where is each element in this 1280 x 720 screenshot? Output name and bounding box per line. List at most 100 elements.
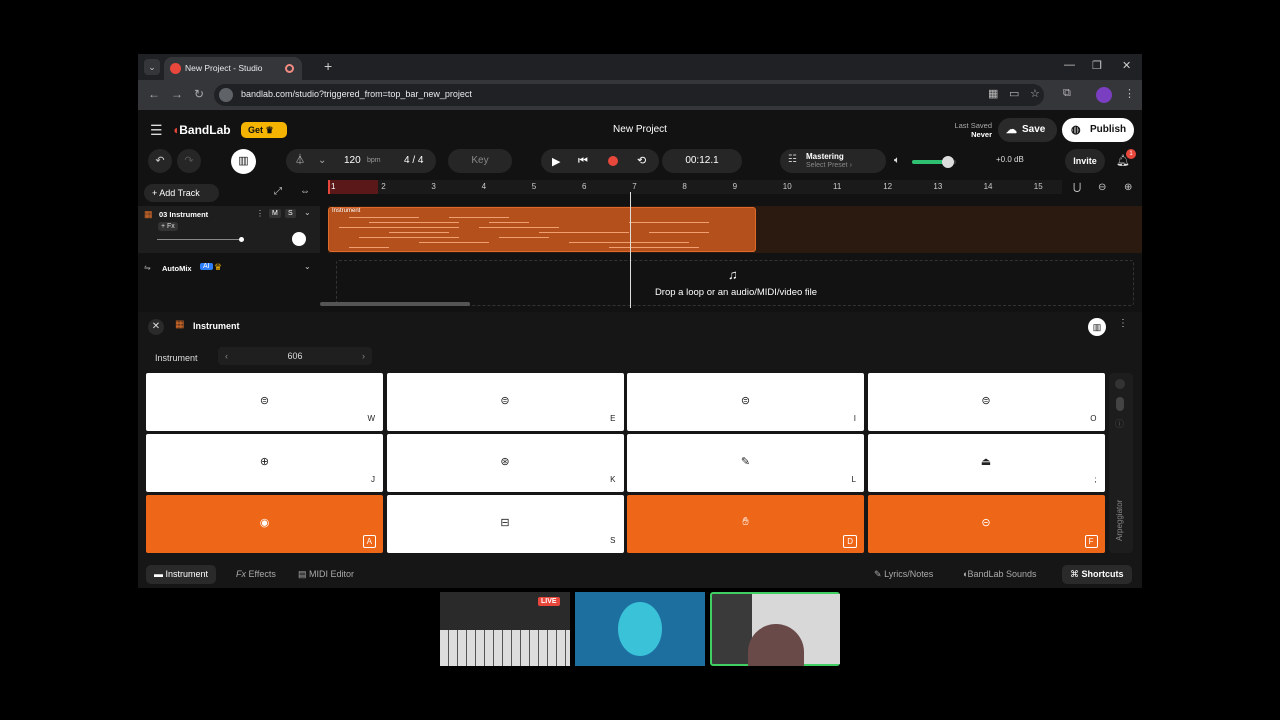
metronome-dropdown-icon[interactable]: ⌄ (318, 149, 326, 173)
keyboard-icon[interactable]: ▥ (231, 149, 256, 174)
ruler-mark: 6 (582, 182, 587, 191)
invite-button[interactable]: Invite (1065, 149, 1105, 173)
reload-icon[interactable]: ↻ (194, 87, 204, 101)
pan-knob[interactable] (292, 232, 306, 246)
app-grid-icon[interactable]: ▦ (988, 87, 998, 100)
track-more-icon[interactable]: ⋮ (256, 209, 264, 218)
arpeggiator-strip[interactable]: ⓘ Arpeggiator (1109, 373, 1133, 553)
redo-icon[interactable]: ↷ (177, 149, 201, 173)
shaker-icon: ✎ (740, 456, 751, 468)
cast-icon[interactable]: ▭ (1009, 87, 1019, 100)
bpm-value[interactable]: 120 (344, 149, 361, 173)
drum-pad[interactable]: ⊕ J (146, 434, 383, 492)
profile-avatar[interactable] (1096, 87, 1112, 103)
track-expand-icon[interactable]: ⌄ (304, 208, 311, 217)
tab-effects[interactable]: Fx Effects (228, 565, 284, 584)
tuner-icon[interactable]: ⤢ (274, 186, 282, 197)
tab-midi-editor[interactable]: ▤ MIDI Editor (290, 565, 362, 584)
lyrics-label: Lyrics/Notes (884, 569, 934, 579)
browser-menu-icon[interactable]: ⋮ (1124, 87, 1135, 100)
browser-tab[interactable]: New Project - Studio (164, 57, 302, 80)
save-button[interactable]: ☁ Save (998, 118, 1057, 142)
master-volume-slider[interactable] (912, 156, 956, 168)
bandlab-sounds-button[interactable]: ◖BandLab Sounds (954, 565, 1045, 584)
timeline-ruler[interactable]: 1 2 3 4 5 6 7 8 9 10 11 12 13 14 15 (328, 180, 1062, 194)
extensions-icon[interactable]: ⧉ (1063, 87, 1071, 100)
play-icon[interactable]: ▶ (552, 155, 560, 168)
address-bar[interactable]: bandlab.com/studio?triggered_from=top_ba… (214, 84, 1044, 106)
volume-knob[interactable] (942, 156, 955, 168)
add-fx-button[interactable]: + Fx (158, 222, 178, 231)
speaker-icon[interactable]: 🔈︎ (894, 155, 900, 166)
forward-icon[interactable]: → (171, 87, 183, 101)
arp-toggle-icon[interactable] (1115, 379, 1125, 389)
mastering-button[interactable]: ☷ Mastering Select Preset › (780, 149, 886, 173)
drum-pad[interactable]: ⏏; (867, 434, 1105, 492)
bookmark-star-icon[interactable]: ☆ (1030, 87, 1040, 100)
snap-magnet-icon[interactable]: ⋃ (1073, 182, 1081, 193)
publish-button[interactable]: ◍ Publish (1062, 118, 1134, 142)
drum-pad[interactable]: ⊝ F (867, 495, 1105, 553)
undo-icon[interactable]: ↶ (148, 149, 172, 173)
zoom-out-icon[interactable]: ⊖ (1098, 182, 1106, 193)
automix-expand-icon[interactable]: ⌄ (304, 262, 311, 271)
track-volume-slider[interactable] (157, 237, 244, 242)
notification-badge: 1 (1126, 149, 1136, 159)
drum-icon: ⊜ (259, 395, 270, 407)
drum-pad[interactable]: ⊜ O (867, 373, 1105, 431)
skip-back-icon[interactable]: ⏮ (578, 155, 588, 168)
drum-pad[interactable]: ✋︎ D (627, 495, 864, 553)
drum-pad[interactable]: ⊛ K (386, 434, 624, 492)
new-tab-icon[interactable]: + (324, 58, 332, 74)
close-panel-icon[interactable]: ✕ (148, 319, 164, 335)
arp-switch-icon[interactable] (1116, 397, 1124, 411)
record-icon[interactable] (608, 156, 618, 166)
time-signature[interactable]: 4 / 4 (404, 149, 423, 173)
drum-pad[interactable]: ⊟ S (386, 495, 624, 553)
loop-icon[interactable]: ⟲ (637, 154, 646, 167)
ruler-mark: 8 (682, 182, 687, 191)
solo-button[interactable]: S (285, 209, 296, 218)
ruler-mark: 9 (732, 182, 738, 191)
next-preset-icon[interactable]: › (362, 347, 365, 365)
add-track-button[interactable]: + Add Track (144, 184, 219, 202)
track-header[interactable]: ▦ 03 Instrument ⋮ M S ⌄ + Fx (138, 206, 320, 253)
playhead[interactable] (630, 192, 631, 308)
midi-clip[interactable]: Instrument (328, 207, 756, 252)
drop-zone[interactable]: ♫ Drop a loop or an audio/MIDI/video fil… (336, 260, 1134, 306)
mute-button[interactable]: M (269, 209, 281, 218)
drum-pad[interactable]: ⊜ I (627, 373, 864, 431)
automix-row[interactable]: ⇋ AutoMix AI ♛ ⌄ (138, 258, 320, 280)
zoom-in-icon[interactable]: ⊕ (1124, 182, 1132, 193)
shortcuts-button[interactable]: ⌘ Shortcuts (1062, 565, 1132, 584)
drum-pad[interactable]: ⊜ W (146, 373, 383, 431)
webcam (710, 592, 840, 666)
track-name[interactable]: 03 Instrument (159, 210, 208, 219)
info-icon[interactable]: ⓘ (1115, 417, 1124, 430)
track-volume-knob[interactable] (239, 237, 244, 242)
panel-more-icon[interactable]: ⋮ (1118, 318, 1128, 329)
instrument-selector[interactable]: ‹ 606 › (218, 347, 372, 365)
restore-icon[interactable]: ❐ (1092, 59, 1102, 72)
instrument-grid-icon: ▦ (144, 209, 153, 219)
track-lane[interactable]: Instrument (328, 206, 1142, 253)
drum-pad[interactable]: ◉ A (146, 495, 383, 553)
tab-search-icon[interactable]: ⌄ (144, 59, 160, 75)
key-button[interactable]: Key (448, 149, 512, 173)
pad-key-label: K (610, 475, 616, 484)
drum-pad[interactable]: ✎ L (627, 434, 864, 492)
horizontal-scrollbar[interactable] (320, 302, 470, 306)
metronome-icon[interactable]: ⏃ (295, 149, 305, 173)
loop-region[interactable] (328, 180, 378, 194)
tab-instrument[interactable]: ▬ Instrument (146, 565, 217, 584)
drum-pad[interactable]: ⊜ E (386, 373, 624, 431)
site-info-icon[interactable] (219, 88, 233, 102)
keyboard-view-icon[interactable]: ▥ (1088, 318, 1106, 336)
minimize-icon[interactable]: — (1064, 59, 1075, 71)
fit-icon[interactable]: ⇔ (300, 186, 310, 197)
lyrics-notes-button[interactable]: ✎ Lyrics/Notes (866, 565, 941, 584)
close-window-icon[interactable]: ✕ (1122, 59, 1131, 72)
back-icon[interactable]: ← (148, 87, 160, 101)
add-track-label: Add Track (159, 188, 200, 198)
prev-preset-icon[interactable]: ‹ (225, 347, 228, 365)
